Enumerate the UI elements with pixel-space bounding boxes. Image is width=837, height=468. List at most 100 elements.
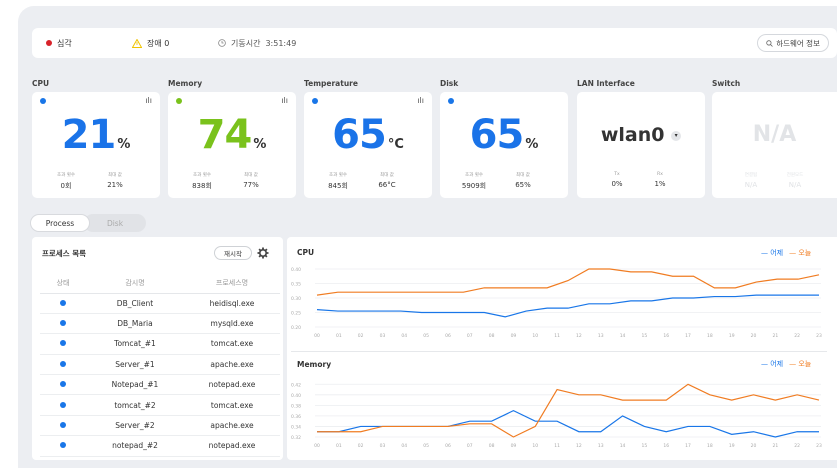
watch-name: Server_#1 (86, 354, 184, 376)
x-tick-label: 00 (314, 443, 320, 449)
tab-process[interactable]: Process (30, 214, 90, 232)
y-tick-label: 0.25 (291, 311, 301, 317)
table-row[interactable]: notepad_#2 notepad.exe (40, 435, 280, 457)
legend-yesterday: — 어제 (761, 360, 784, 368)
cpu-max-value: 최대 값 21% (107, 173, 123, 189)
disk-section-title: Disk (440, 79, 459, 88)
warning-label: 장애 0 (147, 38, 170, 48)
lan-rx: Rx 1% (654, 172, 666, 188)
status-dot-icon (60, 320, 66, 327)
disk-value: 65% (469, 112, 539, 158)
process-name: apache.exe (184, 415, 280, 437)
x-tick-label: 11 (554, 333, 560, 339)
memory-value: 74% (197, 112, 267, 158)
chevron-down-icon[interactable]: ▾ (671, 130, 682, 141)
status-dot-icon (60, 401, 66, 408)
critical-dot-icon (46, 40, 52, 46)
x-tick-label: 18 (707, 333, 713, 339)
table-row[interactable]: DB_Maria mysqld.exe (40, 313, 280, 335)
table-row[interactable]: Tomcat_#1 tomcat.exe (40, 333, 280, 355)
x-tick-label: 01 (336, 333, 342, 339)
x-tick-label: 16 (663, 443, 669, 449)
memory-chart-title: Memory (297, 360, 332, 369)
watch-name: DB_Maria (86, 313, 184, 335)
x-tick-label: 22 (794, 333, 800, 339)
y-tick-label: 0.38 (291, 403, 301, 409)
x-tick-label: 15 (642, 333, 648, 339)
header-status: 상태 (40, 273, 86, 294)
warning-status[interactable]: 장애 0 (132, 28, 169, 58)
x-tick-label: 21 (772, 443, 778, 449)
tab-disk[interactable]: Disk (84, 214, 146, 232)
x-tick-label: 12 (576, 333, 582, 339)
x-tick-label: 17 (685, 443, 691, 449)
temperature-exceed-count: 초과 횟수 845회 (328, 173, 348, 190)
x-tick-label: 06 (445, 443, 451, 449)
cpu-exceed-count: 초과 횟수 0회 (57, 173, 75, 190)
hardware-info-label: 하드웨어 정보 (776, 38, 820, 48)
gear-icon[interactable] (257, 247, 269, 259)
status-cell (40, 293, 86, 314)
memory-line-chart: 0.42 0.40 0.38 0.36 0.34 0.32 00 01 02 03 04 05 06 07… (291, 382, 822, 449)
x-tick-label: 22 (794, 443, 800, 449)
restart-button[interactable]: 재시작 (214, 246, 252, 260)
y-tick-label: 0.20 (291, 325, 301, 331)
warning-triangle-icon (132, 38, 142, 48)
x-tick-label: 17 (685, 333, 691, 339)
x-tick-label: 04 (401, 443, 407, 449)
switch-section-title: Switch (712, 79, 741, 88)
table-row[interactable]: Server_#1 apache.exe (40, 354, 280, 376)
process-list-title: 프로세스 목록 (42, 249, 87, 258)
chart-icon[interactable]: ılı (417, 96, 424, 105)
y-tick-label: 0.40 (291, 267, 301, 273)
cpu-value: 21% (61, 112, 131, 158)
series-line-yesterday (317, 409, 819, 438)
table-row[interactable]: DB_Client heidisql.exe (40, 293, 280, 314)
series-line-today (317, 383, 820, 438)
status-cell (40, 313, 86, 335)
status-dot-icon (60, 360, 66, 367)
status-bar: 심각 장애 0 기동시간 3:51:49 하드웨어 정보 (32, 28, 837, 58)
critical-status[interactable]: 심각 (46, 28, 72, 58)
status-cell (40, 394, 86, 416)
cpu-chart-legend: — 어제 — 오늘 (761, 248, 811, 258)
status-dot-icon (40, 98, 46, 104)
watch-name: tomcat_#2 (86, 394, 184, 416)
status-dot-icon (60, 381, 66, 388)
y-tick-label: 0.42 (291, 382, 301, 388)
x-tick-label: 08 (489, 333, 495, 339)
x-tick-label: 02 (358, 443, 364, 449)
table-row[interactable]: Server_#2 apache.exe (40, 415, 280, 437)
table-row[interactable]: tomcat_#2 tomcat.exe (40, 394, 280, 416)
uptime-status: 기동시간 3:51:49 (218, 28, 296, 58)
watch-name: Notepad_#1 (86, 374, 184, 396)
chart-icon[interactable]: ılı (145, 96, 152, 105)
x-tick-label: 18 (707, 443, 713, 449)
process-name: heidisql.exe (184, 293, 280, 314)
legend-today: — 오늘 (789, 249, 812, 257)
lan-section-title: LAN Interface (577, 79, 635, 88)
header-process-name: 프로세스명 (184, 273, 280, 294)
x-tick-label: 09 (511, 443, 517, 449)
x-tick-label: 08 (489, 443, 495, 449)
table-row[interactable]: Notepad_#1 notepad.exe (40, 374, 280, 396)
x-tick-label: 03 (380, 443, 386, 449)
disk-max-value: 최대 값 65% (515, 173, 531, 189)
tab-bar: Process Disk (30, 214, 146, 232)
hardware-info-button[interactable]: 하드웨어 정보 (757, 34, 829, 52)
status-dot-icon (312, 98, 318, 104)
lan-interface-select[interactable]: wlan0 ▾ (577, 124, 705, 146)
cpu-section-title: CPU (32, 79, 50, 88)
status-dot-icon (448, 98, 454, 104)
uptime-value: 3:51:49 (265, 38, 297, 48)
x-tick-label: 23 (816, 333, 822, 339)
disk-exceed-count: 초과 횟수 5909회 (461, 173, 487, 190)
x-tick-label: 14 (620, 333, 626, 339)
x-tick-label: 14 (620, 443, 626, 449)
process-name: notepad.exe (184, 435, 280, 457)
chart-icon[interactable]: ılı (281, 96, 288, 105)
x-tick-label: 20 (751, 443, 757, 449)
watch-name: DB_Client (86, 293, 184, 314)
process-name: notepad.exe (184, 374, 280, 396)
y-tick-label: 0.36 (291, 414, 301, 420)
